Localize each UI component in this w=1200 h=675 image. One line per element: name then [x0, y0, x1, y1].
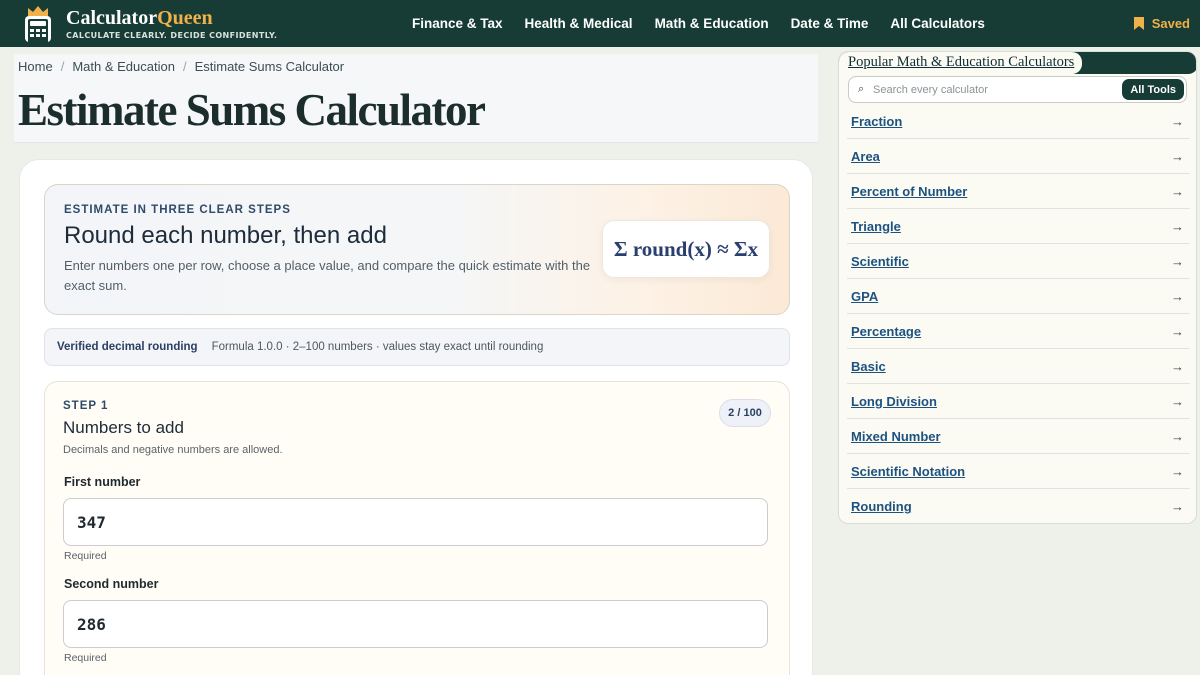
- nav-health-medical[interactable]: Health & Medical: [525, 16, 633, 31]
- first-number-input[interactable]: [63, 498, 768, 546]
- nav-date-time[interactable]: Date & Time: [791, 16, 869, 31]
- breadcrumb: Home / Math & Education / Estimate Sums …: [18, 59, 344, 74]
- breadcrumb-separator: /: [60, 59, 65, 74]
- sidebar-calculator-item[interactable]: Mixed Number →: [847, 419, 1190, 454]
- sidebar-header: Popular Math & Education Calculators: [839, 52, 1196, 74]
- second-number-input[interactable]: [63, 600, 768, 648]
- sidebar-calculator-link[interactable]: Long Division: [851, 394, 937, 409]
- arrow-right-icon: →: [1171, 323, 1184, 339]
- sidebar-calculator-item[interactable]: Triangle →: [847, 209, 1190, 244]
- page-title: Estimate Sums Calculator: [18, 85, 486, 135]
- sidebar-calculator-item[interactable]: Scientific →: [847, 244, 1190, 279]
- brand-tagline: CALCULATE CLEARLY. DECIDE CONFIDENTLY.: [66, 31, 278, 40]
- sidebar-calculator-link[interactable]: Scientific Notation: [851, 464, 965, 479]
- step-1-panel: STEP 1 Numbers to add Decimals and negat…: [44, 381, 790, 675]
- intro-description: Enter numbers one per row, choose a plac…: [64, 258, 591, 293]
- formula-info: Formula 1.0.0 · 2–100 numbers · values s…: [211, 341, 544, 353]
- nav-finance-tax[interactable]: Finance & Tax: [412, 16, 503, 31]
- sidebar-calculator-item[interactable]: Long Division →: [847, 384, 1190, 419]
- arrow-right-icon: →: [1171, 358, 1184, 374]
- calculator-search-input[interactable]: [873, 81, 1123, 99]
- first-number-label: First number: [64, 475, 141, 489]
- saved-button[interactable]: Saved: [1133, 0, 1190, 47]
- arrow-right-icon: →: [1171, 148, 1184, 164]
- popular-calculators-list: Fraction → Area → Percent of Number → Triangle…: [847, 104, 1190, 523]
- sidebar-calculator-link[interactable]: Scientific: [851, 254, 909, 269]
- sidebar-calculator-item[interactable]: Percent of Number →: [847, 174, 1190, 209]
- breadcrumb-separator: /: [182, 59, 187, 74]
- sidebar-calculator-item[interactable]: Percentage →: [847, 314, 1190, 349]
- breadcrumb-current: Estimate Sums Calculator: [194, 59, 345, 74]
- calculator-card: ESTIMATE IN THREE CLEAR STEPS Round each…: [19, 159, 813, 675]
- all-tools-button[interactable]: All Tools: [1122, 79, 1184, 100]
- arrow-right-icon: →: [1171, 183, 1184, 199]
- intro-kicker: ESTIMATE IN THREE CLEAR STEPS: [64, 204, 291, 216]
- nav-all-calculators[interactable]: All Calculators: [890, 16, 985, 31]
- saved-label: Saved: [1151, 16, 1190, 31]
- sidebar-calculator-item[interactable]: Basic →: [847, 349, 1190, 384]
- step-label: STEP 1: [63, 400, 109, 412]
- arrow-right-icon: →: [1171, 499, 1184, 514]
- sidebar-calculator-link[interactable]: Fraction: [851, 114, 902, 129]
- formula-badge: Σ round(x) ≈ Σx: [602, 220, 770, 278]
- second-number-required: Required: [64, 652, 107, 664]
- sidebar-calculator-link[interactable]: Rounding: [851, 499, 912, 514]
- arrow-right-icon: →: [1171, 428, 1184, 444]
- first-number-required: Required: [64, 550, 107, 562]
- bookmark-icon: [1133, 17, 1144, 30]
- sidebar-calculator-item[interactable]: Area →: [847, 139, 1190, 174]
- second-number-label: Second number: [64, 577, 159, 591]
- title-band: Home / Math & Education / Estimate Sums …: [14, 54, 818, 143]
- sidebar-calculator-link[interactable]: Percentage: [851, 324, 921, 339]
- main-nav: Finance & Tax Health & Medical Math & Ed…: [412, 0, 985, 47]
- brand-name: CalculatorQueen: [66, 7, 213, 29]
- sidebar-calculator-item[interactable]: Fraction →: [847, 104, 1190, 139]
- formula-info-strip: Verified decimal rounding Formula 1.0.0 …: [44, 328, 790, 366]
- arrow-right-icon: →: [1171, 288, 1184, 304]
- sidebar-calculator-item[interactable]: Scientific Notation →: [847, 454, 1190, 489]
- arrow-right-icon: →: [1171, 113, 1184, 129]
- sidebar-calculator-link[interactable]: Basic: [851, 359, 886, 374]
- search-icon: ⌕: [858, 83, 865, 95]
- number-count-badge: 2 / 100: [719, 399, 771, 427]
- sidebar-calculator-link[interactable]: GPA: [851, 289, 878, 304]
- breadcrumb-math-education[interactable]: Math & Education: [72, 59, 175, 74]
- nav-math-education[interactable]: Math & Education: [655, 16, 769, 31]
- intro-title: Round each number, then add: [64, 222, 387, 249]
- sidebar-calculator-item[interactable]: Rounding →: [847, 489, 1190, 523]
- step-hint: Decimals and negative numbers are allowe…: [63, 444, 283, 456]
- arrow-right-icon: →: [1171, 218, 1184, 234]
- arrow-right-icon: →: [1171, 463, 1184, 479]
- top-navigation-bar: CalculatorQueen CALCULATE CLEARLY. DECID…: [0, 0, 1200, 47]
- arrow-right-icon: →: [1171, 393, 1184, 409]
- arrow-right-icon: →: [1171, 253, 1184, 269]
- sidebar-calculator-link[interactable]: Area: [851, 149, 880, 164]
- step-title: Numbers to add: [63, 418, 184, 437]
- breadcrumb-home[interactable]: Home: [18, 59, 53, 74]
- sidebar-heading[interactable]: Popular Math & Education Calculators: [839, 52, 1083, 74]
- sidebar-calculator-link[interactable]: Triangle: [851, 219, 901, 234]
- sidebar-calculator-link[interactable]: Percent of Number: [851, 184, 967, 199]
- popular-calculators-sidebar: Popular Math & Education Calculators ⌕ A…: [838, 51, 1197, 524]
- sidebar-calculator-item[interactable]: GPA →: [847, 279, 1190, 314]
- brand[interactable]: CalculatorQueen CALCULATE CLEARLY. DECID…: [66, 7, 277, 40]
- calculator-search: ⌕ All Tools: [848, 76, 1187, 103]
- calculator-crown-logo-icon[interactable]: [22, 5, 54, 43]
- sidebar-calculator-link[interactable]: Mixed Number: [851, 429, 941, 444]
- verified-label: Verified decimal rounding: [57, 341, 198, 353]
- intro-panel: ESTIMATE IN THREE CLEAR STEPS Round each…: [44, 184, 790, 315]
